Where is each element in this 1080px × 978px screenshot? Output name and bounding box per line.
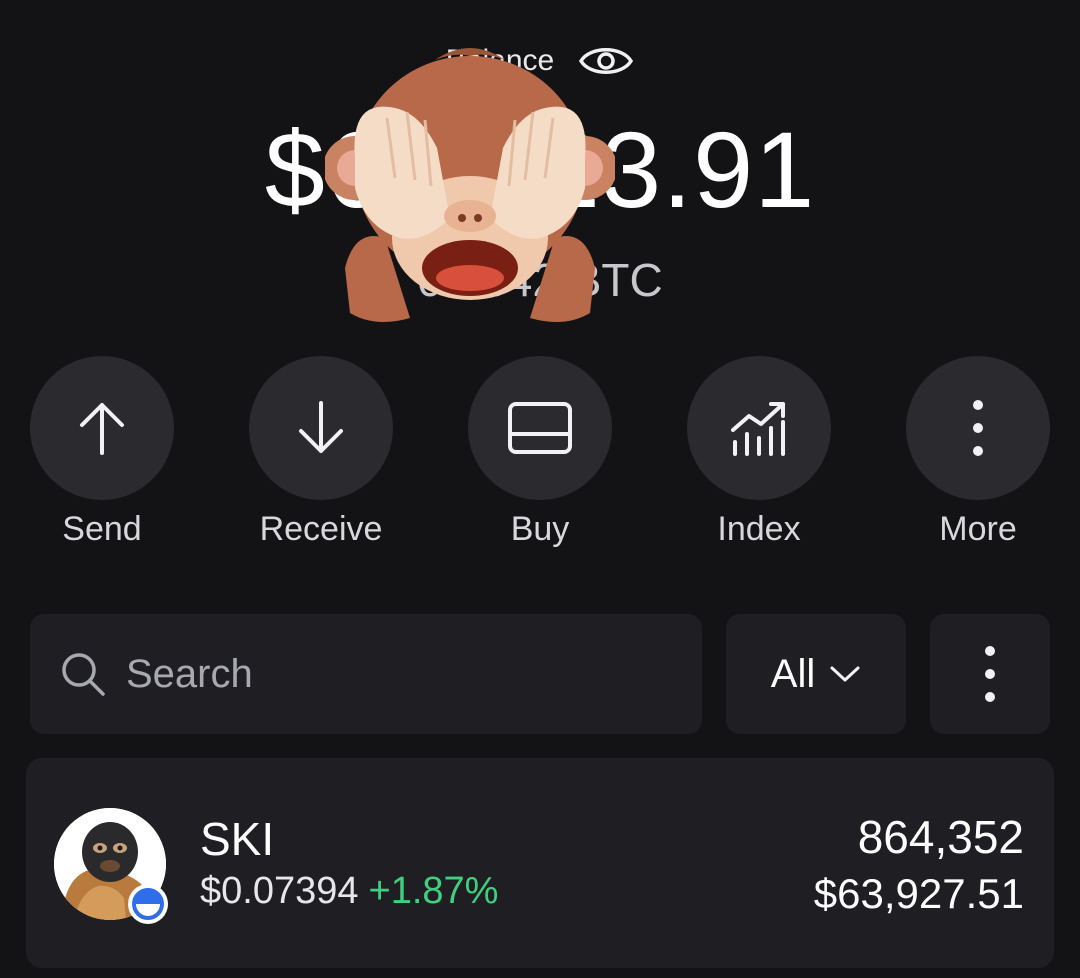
more-label: More xyxy=(939,510,1017,548)
send-label: Send xyxy=(62,510,142,548)
send-button[interactable]: Send xyxy=(12,356,192,556)
chart-icon xyxy=(687,356,831,500)
token-value: $63,927.51 xyxy=(813,870,1024,917)
card-icon xyxy=(468,356,612,500)
search-icon xyxy=(62,653,105,696)
index-label: Index xyxy=(717,510,801,548)
more-button[interactable]: More xyxy=(888,356,1068,556)
filter-dropdown[interactable]: All xyxy=(726,614,906,734)
arrow-up-icon xyxy=(30,356,174,500)
token-price-line: $0.07394 +1.87% xyxy=(200,870,498,913)
more-vertical-icon xyxy=(906,356,1050,500)
chevron-down-icon xyxy=(830,666,860,682)
token-symbol: SKI xyxy=(200,813,275,865)
token-row[interactable]: SKI $0.07394 +1.87% 864,352 $63,927.51 xyxy=(26,758,1054,968)
arrow-down-icon xyxy=(249,356,393,500)
buy-button[interactable]: Buy xyxy=(450,356,630,556)
token-change: +1.87% xyxy=(368,870,499,912)
chain-badge-icon xyxy=(128,884,168,924)
search-input[interactable] xyxy=(124,650,648,698)
see-no-evil-monkey-icon xyxy=(325,48,615,322)
more-vertical-icon xyxy=(985,646,995,702)
receive-label: Receive xyxy=(259,510,383,548)
filter-label: All xyxy=(770,651,816,696)
token-avatar xyxy=(54,808,168,924)
action-bar: Send Receive Buy Index More xyxy=(0,356,1080,556)
token-quantity: 864,352 xyxy=(857,811,1024,863)
search-bar[interactable] xyxy=(30,614,702,734)
list-options-button[interactable] xyxy=(930,614,1050,734)
buy-label: Buy xyxy=(510,510,570,548)
receive-button[interactable]: Receive xyxy=(231,356,411,556)
index-button[interactable]: Index xyxy=(669,356,849,556)
token-price: $0.07394 xyxy=(200,870,359,912)
